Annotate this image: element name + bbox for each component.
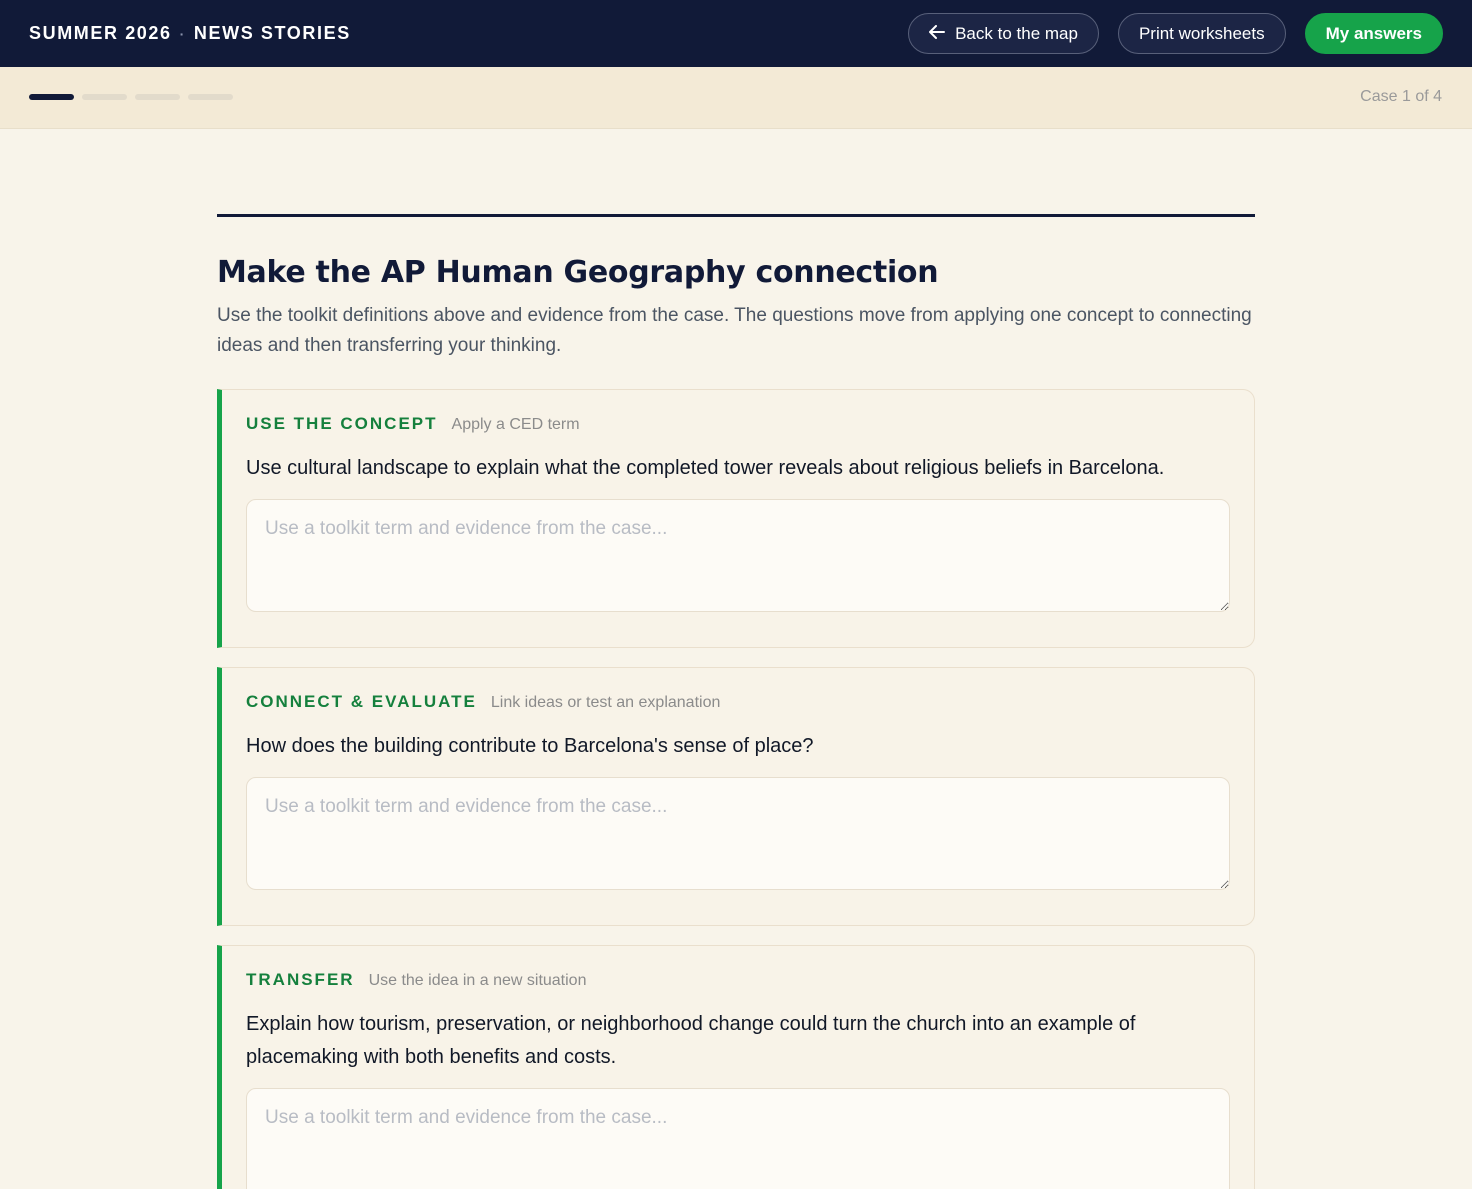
answer-textarea-1[interactable] xyxy=(246,499,1230,612)
main-content: Make the AP Human Geography connection U… xyxy=(217,214,1255,1189)
question-label: CONNECT & EVALUATE Link ideas or test an… xyxy=(246,692,1230,712)
case-counter: Case 1 of 4 xyxy=(1360,88,1442,105)
question-card-connect-evaluate: CONNECT & EVALUATE Link ideas or test an… xyxy=(217,667,1255,926)
question-prompt: Use cultural landscape to explain what t… xyxy=(246,457,1165,479)
question-label: USE THE CONCEPT Apply a CED term xyxy=(246,414,1230,434)
back-to-map-label: Back to the map xyxy=(955,23,1078,43)
brand-title: SUMMER 2026 · NEWS STORIES xyxy=(29,23,351,44)
print-worksheets-label: Print worksheets xyxy=(1138,23,1265,43)
question-card-use-the-concept: USE THE CONCEPT Apply a CED term Use cul… xyxy=(217,389,1255,648)
question-kind: CONNECT & EVALUATE xyxy=(246,692,477,711)
question-label: TRANSFER Use the idea in a new situation xyxy=(246,970,1230,990)
progress-step-3[interactable] xyxy=(135,94,180,100)
top-nav-bar: SUMMER 2026 · NEWS STORIES Back to the m… xyxy=(0,0,1472,67)
progress-step-4[interactable] xyxy=(188,94,233,100)
header-actions: Back to the map Print worksheets My answ… xyxy=(908,13,1443,54)
section-intro: Use the toolkit definitions above and ev… xyxy=(217,305,1252,356)
question-subtitle: Use the idea in a new situation xyxy=(368,972,587,989)
question-prompt: How does the building contribute to Barc… xyxy=(246,735,814,757)
section-divider xyxy=(217,214,1255,217)
answer-textarea-2[interactable] xyxy=(246,777,1230,890)
section-title: Make the AP Human Geography connection xyxy=(217,255,939,290)
brand-section: NEWS STORIES xyxy=(193,23,351,43)
case-progress-steps xyxy=(29,94,233,100)
question-kind: USE THE CONCEPT xyxy=(246,414,438,433)
back-to-map-button[interactable]: Back to the map xyxy=(908,13,1099,54)
my-answers-label: My answers xyxy=(1325,23,1422,43)
print-worksheets-button[interactable]: Print worksheets xyxy=(1117,13,1286,54)
question-kind: TRANSFER xyxy=(246,970,355,989)
question-prompt: Explain how tourism, preservation, or ne… xyxy=(246,1013,1136,1068)
question-subtitle: Apply a CED term xyxy=(451,416,580,433)
brand-separator: · xyxy=(179,25,186,42)
brand-season: SUMMER 2026 xyxy=(29,23,172,43)
progress-step-1[interactable] xyxy=(29,94,74,100)
arrow-left-icon xyxy=(929,25,946,42)
question-subtitle: Link ideas or test an explanation xyxy=(490,694,721,711)
progress-step-2[interactable] xyxy=(82,94,127,100)
progress-strip: Case 1 of 4 xyxy=(0,67,1472,129)
question-card-transfer: TRANSFER Use the idea in a new situation… xyxy=(217,945,1255,1189)
answer-textarea-3[interactable] xyxy=(246,1088,1230,1189)
question-list: USE THE CONCEPT Apply a CED term Use cul… xyxy=(217,389,1255,1189)
my-answers-button[interactable]: My answers xyxy=(1304,13,1443,54)
